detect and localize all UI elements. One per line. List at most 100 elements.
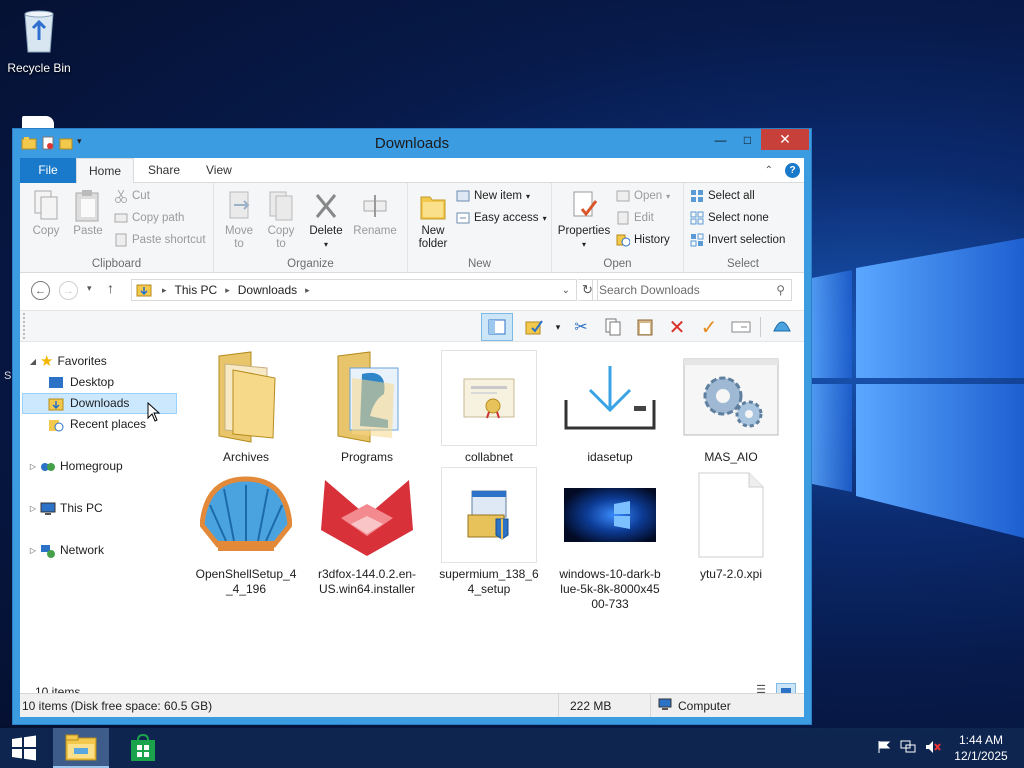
expand-arrow-icon[interactable]: ▷ (28, 540, 38, 561)
nav-favorites[interactable]: ◢ ★ Favorites (28, 351, 107, 372)
nav-this-pc[interactable]: ▷ This PC (28, 498, 103, 519)
select-group-label: Select (727, 258, 759, 270)
expand-arrow-icon[interactable]: ▷ (28, 498, 38, 519)
nav-network[interactable]: ▷ Network (28, 540, 104, 561)
volume-muted-icon[interactable] (920, 740, 946, 757)
address-dropdown-icon[interactable]: ⌄ (562, 285, 570, 296)
file-item[interactable]: idasetup (558, 350, 662, 465)
breadcrumb-this-pc[interactable]: This PC (175, 283, 218, 297)
clock-date: 12/1/2025 (954, 749, 1008, 763)
partial-desktop-label: S (4, 370, 12, 382)
breadcrumb-downloads[interactable]: Downloads (238, 283, 297, 297)
copy-to-button[interactable]: Copy to (262, 189, 300, 251)
open-button[interactable]: Open ▾ (616, 189, 670, 203)
new-item-button[interactable]: New item ▾ (456, 189, 530, 203)
certificate-icon (463, 378, 515, 419)
tab-home[interactable]: Home (76, 158, 134, 184)
explorer-window[interactable]: ▾ Downloads — □ ✕ File Home Share View ⌃… (12, 128, 812, 725)
breadcrumb-separator[interactable]: ▸ (225, 285, 230, 296)
search-input[interactable]: Search Downloads ⚲ (592, 279, 792, 301)
file-item[interactable]: OpenShellSetup_4_4_196 (194, 467, 298, 597)
minimize-button[interactable]: — (707, 129, 734, 150)
easy-access-button[interactable]: Easy access ▾ (456, 211, 547, 225)
easy-access-icon (456, 212, 470, 224)
minimize-ribbon-icon[interactable]: ⌃ (765, 165, 773, 176)
copy-button[interactable]: Copy (26, 189, 66, 238)
tab-share[interactable]: Share (136, 158, 192, 183)
edit-button[interactable]: Edit (616, 211, 654, 225)
store-icon (131, 734, 155, 761)
delete-toolbar-icon[interactable]: ✕ (667, 317, 687, 339)
file-item[interactable]: Programs (315, 350, 419, 465)
toolbar-grip[interactable] (23, 313, 26, 339)
open-shell-icon[interactable] (772, 317, 792, 337)
file-item[interactable]: supermium_138_64_setup (437, 467, 541, 597)
search-icon[interactable]: ⚲ (776, 280, 785, 300)
nav-recent-places[interactable]: Recent places (48, 414, 146, 435)
select-none-icon (690, 211, 704, 225)
file-item[interactable]: Archives (194, 350, 298, 465)
breadcrumb-separator[interactable]: ▸ (162, 285, 167, 296)
network-tray-icon[interactable] (896, 740, 920, 757)
address-bar[interactable]: ▸ This PC ▸ Downloads ▸ ⌄ (131, 279, 577, 301)
file-item[interactable]: collabnet (437, 350, 541, 465)
invert-selection-icon (690, 233, 704, 247)
maximize-button[interactable]: □ (734, 129, 761, 150)
folder-options-dropdown-icon[interactable]: ▾ (548, 317, 568, 337)
nav-desktop[interactable]: Desktop (48, 372, 114, 393)
paste-shortcut-button[interactable]: Paste shortcut (114, 233, 206, 247)
clock[interactable]: 1:44 AM 12/1/2025 (946, 732, 1016, 764)
delete-button[interactable]: Delete ▾ (306, 189, 346, 251)
help-icon[interactable]: ? (785, 163, 800, 178)
status-summary: 10 items (Disk free space: 60.5 GB) (22, 699, 213, 713)
taskbar-store[interactable] (116, 728, 170, 768)
select-all-icon (691, 190, 703, 202)
file-item[interactable]: r3dfox-144.0.2.en-US.win64.installer (315, 467, 419, 597)
recent-locations-dropdown[interactable]: ▾ (87, 283, 92, 294)
copy-path-button[interactable]: Copy path (114, 211, 184, 225)
new-folder-button[interactable]: New folder (414, 189, 452, 251)
expand-arrow-icon[interactable]: ◢ (28, 351, 38, 372)
rename-toolbar-icon[interactable] (731, 317, 751, 337)
action-center-flag-icon[interactable] (872, 740, 896, 757)
invert-selection-button[interactable]: Invert selection (690, 233, 785, 247)
computer-status-icon (658, 698, 672, 715)
tab-view[interactable]: View (194, 158, 244, 183)
forward-button[interactable]: → (59, 281, 78, 300)
tab-file[interactable]: File (20, 158, 76, 183)
preview-pane-icon[interactable] (481, 313, 513, 341)
expand-arrow-icon[interactable]: ▷ (28, 456, 38, 477)
file-item[interactable]: windows-10-dark-blue-5k-8k-8000x4500-733 (558, 467, 662, 612)
file-item[interactable]: ytu7-2.0.xpi (679, 467, 783, 582)
computer-icon (40, 502, 56, 515)
recycle-bin-desktop-icon[interactable]: Recycle Bin (1, 6, 77, 75)
open-group-label: Open (603, 258, 632, 270)
back-button[interactable]: ← (31, 281, 50, 300)
folder-options-icon[interactable] (524, 317, 544, 337)
up-button[interactable]: ↑ (107, 280, 114, 296)
close-button[interactable]: ✕ (761, 129, 809, 150)
start-button[interactable] (0, 728, 48, 768)
title-bar[interactable]: ▾ Downloads — □ ✕ (13, 129, 811, 158)
nav-homegroup[interactable]: ▷ Homegroup (28, 456, 123, 477)
copy-path-icon (114, 213, 128, 223)
rename-icon (363, 195, 387, 217)
file-item[interactable]: MAS_AIO (679, 350, 783, 465)
file-explorer-icon (65, 734, 97, 761)
select-all-button[interactable]: Select all (690, 189, 755, 203)
history-button[interactable]: History (616, 233, 670, 247)
properties-button[interactable]: Properties ▾ (556, 189, 612, 251)
select-none-button[interactable]: Select none (690, 211, 769, 225)
copy-toolbar-icon[interactable] (603, 317, 623, 337)
properties-toolbar-icon[interactable]: ✓ (699, 317, 719, 339)
downloads-folder-icon (136, 284, 152, 297)
breadcrumb-separator[interactable]: ▸ (305, 285, 310, 296)
cut-toolbar-icon[interactable]: ✂ (571, 317, 591, 337)
network-icon (41, 544, 55, 558)
paste-button[interactable]: Paste (68, 189, 108, 238)
taskbar-file-explorer[interactable] (53, 728, 109, 768)
paste-toolbar-icon[interactable] (635, 317, 655, 337)
cut-button[interactable]: Cut (114, 189, 150, 203)
rename-button[interactable]: Rename (350, 189, 400, 238)
move-to-button[interactable]: Move to (220, 189, 258, 251)
